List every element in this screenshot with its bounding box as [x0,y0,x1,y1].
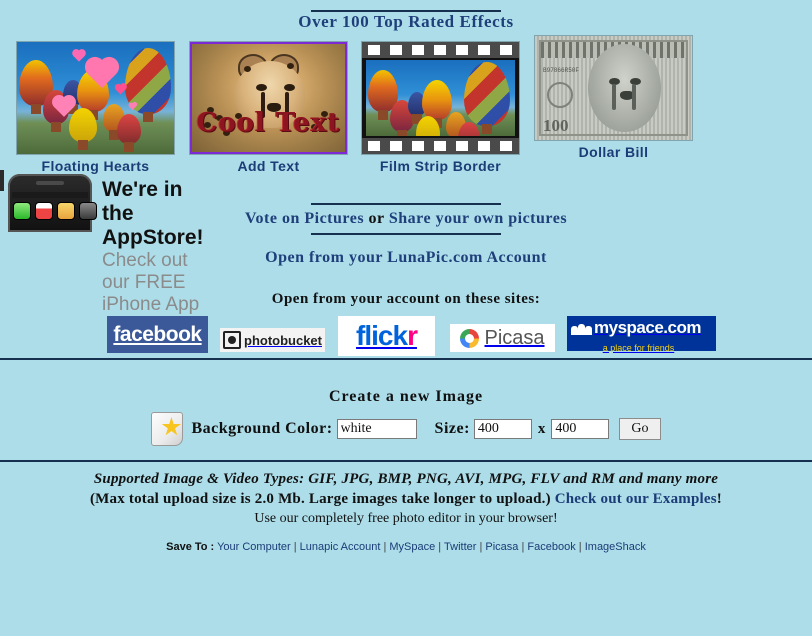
effect-caption: Film Strip Border [379,158,502,174]
save-to-facebook[interactable]: Facebook [527,541,575,553]
photobucket-label: photobucket [244,332,322,348]
photobucket-button[interactable]: photobucket [220,328,325,352]
size-separator: x [537,420,546,437]
save-to-twitter[interactable]: Twitter [444,541,476,553]
appstore-banner[interactable]: We're in the AppStore! Check out our FRE… [0,170,204,315]
free-editor-line: Use our completely free photo editor in … [254,511,558,526]
picasa-button[interactable]: Picasa [450,324,555,352]
examples-link[interactable]: Check out our Examples [555,491,717,507]
upload-limits-text: (Max total upload size is 2.0 Mb. Large … [89,491,555,507]
balloons-artwork [17,42,174,154]
cool-text-overlay: Cool Text [196,108,341,138]
size-label: Size: [434,420,470,437]
background-color-label: Background Color: [191,420,333,437]
new-image-icon [151,412,184,446]
balloons-artwork [366,60,515,136]
myspace-label: myspace.com [594,318,701,337]
upload-limits-line: (Max total upload size is 2.0 Mb. Large … [0,491,812,508]
save-to-lunapic-account[interactable]: Lunapic Account [300,541,381,553]
effects-heading-link[interactable]: Over 100 Top Rated Effects [298,12,514,31]
pipe-separator: | [383,541,387,553]
divider-above-create-section [0,358,812,360]
flickr-label-pink: r [407,320,418,351]
facebook-button[interactable]: facebook [107,316,208,353]
pipe-separator: | [578,541,582,553]
external-sites-row: facebook photobucket flick r Picasa myspa… [0,316,812,358]
flickr-button[interactable]: flick r [338,316,435,356]
effect-caption: Floating Hearts [41,158,150,174]
width-input[interactable] [473,419,532,439]
or-separator: or [364,210,389,227]
supported-types-line: Supported Image & Video Types: GIF, JPG,… [93,471,719,487]
effects-section: Over 100 Top Rated Effects Floating Hear… [0,0,812,174]
save-to-your-computer[interactable]: Your Computer [217,541,291,553]
examples-exclamation: ! [716,491,722,507]
cheetah-artwork: Cool Text [192,44,345,152]
effects-thumbnail-row: Floating Hearts Cool Text Add Text Film … [0,36,812,174]
save-to-label: Save To : [166,541,215,553]
dollar-bill-thumbnail[interactable]: B97866R50F 100 [535,36,692,140]
save-to-myspace[interactable]: MySpace [389,541,435,553]
effect-caption: Add Text [237,158,300,174]
myspace-tagline: a place for friends [602,343,675,353]
supported-types-section: Supported Image & Video Types: GIF, JPG,… [0,462,812,527]
add-text-thumbnail[interactable]: Cool Text [190,42,347,154]
floating-hearts-thumbnail[interactable] [17,42,174,154]
effect-card-floating-hearts[interactable]: Floating Hearts [17,42,174,174]
effect-card-dollar-bill[interactable]: B97866R50F 100 Dollar Bill [535,36,692,160]
create-new-image-title: Create a new Image [328,388,484,405]
picasa-label: Picasa [484,326,545,349]
divider-above-vote-links [311,203,501,205]
go-button[interactable]: Go [619,418,661,440]
pipe-separator: | [438,541,442,553]
effect-card-film-strip-border[interactable]: Film Strip Border [362,42,519,174]
save-to-bar: Save To : Your Computer | Lunapic Accoun… [0,541,812,553]
film-strip-thumbnail[interactable] [362,42,519,154]
share-your-own-pictures-link[interactable]: Share your own pictures [389,210,567,227]
effect-caption: Dollar Bill [578,144,649,160]
facebook-label: facebook [113,322,202,346]
photobucket-camera-icon [223,331,241,349]
save-to-picasa[interactable]: Picasa [485,541,518,553]
background-color-input[interactable] [336,419,417,439]
height-input[interactable] [551,419,610,439]
pipe-separator: | [521,541,525,553]
save-to-imageshack[interactable]: ImageShack [585,541,646,553]
film-strip-artwork [362,42,519,154]
vote-on-pictures-link[interactable]: Vote on Pictures [245,210,364,227]
pipe-separator: | [479,541,483,553]
effect-card-add-text[interactable]: Cool Text Add Text [190,42,347,174]
pipe-separator: | [293,541,297,553]
myspace-people-icon [571,321,592,335]
create-new-image-section: Create a new Image Background Color: Siz… [0,376,812,460]
lunapic-home-page: Over 100 Top Rated Effects Floating Hear… [0,0,812,636]
picasa-wheel-icon [460,328,480,348]
open-lunapic-account-link[interactable]: Open from your LunaPic.com Account [265,249,547,266]
myspace-button[interactable]: myspace.com a place for friends [567,316,716,353]
divider-below-vote-links [311,233,501,235]
dollar-bill-artwork: B97866R50F 100 [535,36,692,140]
flickr-label-blue: flick [356,320,408,351]
